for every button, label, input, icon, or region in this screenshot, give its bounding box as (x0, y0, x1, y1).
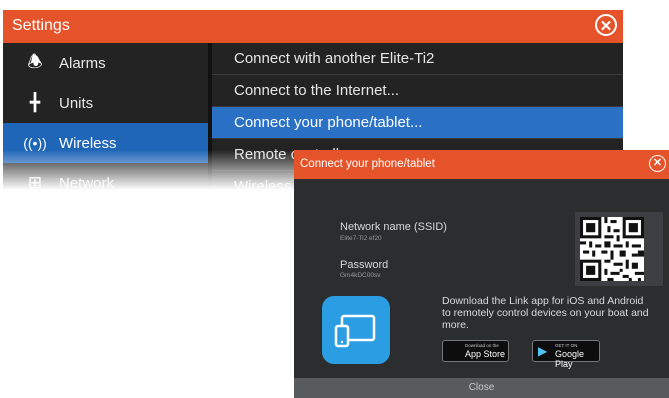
sidebar-item-label: Units (59, 94, 94, 112)
sidebar-item-label: Alarms (59, 54, 106, 72)
menu-item-connect-elite[interactable]: Connect with another Elite-Ti2 (212, 43, 623, 75)
sidebar-item-alarms[interactable]: 🕭 Alarms (3, 43, 208, 83)
sidebar-item-units[interactable]: ╋ Units (3, 83, 208, 123)
network-name-label: Network name (SSID) (340, 221, 447, 233)
menu-item-connect-phone[interactable]: Connect your phone/tablet... (212, 107, 623, 139)
app-store-small-text: Download on the (465, 343, 499, 348)
wireless-icon: ((•)) (23, 135, 47, 151)
dialog-close-icon[interactable]: ✕ (649, 155, 666, 172)
sidebar-item-wireless[interactable]: ((•)) Wireless (3, 123, 208, 163)
menu-item-connect-internet[interactable]: Connect to the Internet... (212, 75, 623, 107)
google-play-small-text: GET IT ON (555, 343, 578, 348)
qr-code-icon (580, 217, 644, 281)
dialog-title: Connect your phone/tablet (300, 158, 435, 170)
settings-titlebar: Settings ✕ (3, 10, 623, 43)
link-app-icon (322, 296, 390, 364)
dialog-close-button[interactable]: Close (294, 378, 669, 398)
network-icon: ⊞ (27, 173, 43, 190)
sidebar-item-label: Wireless (59, 134, 117, 152)
password-label: Password (340, 259, 389, 271)
qr-code-panel (575, 212, 663, 286)
settings-title: Settings (12, 17, 70, 34)
password-value: Gm4kDC00sv (340, 272, 381, 279)
network-name-value: Elite7-Ti2 ef20 (340, 235, 382, 242)
download-description: Download the Link app for iOS and Androi… (442, 295, 649, 331)
sidebar-item-network[interactable]: ⊞ Network (3, 163, 208, 190)
google-play-button[interactable]: ▶ GET IT ON Google Play (532, 340, 600, 369)
alarm-bell-icon: 🕭 (27, 51, 43, 71)
app-store-label: App Store (465, 349, 506, 359)
dialog-titlebar: Connect your phone/tablet ✕ (294, 150, 669, 179)
settings-sidebar: 🕭 Alarms ╋ Units ((•)) Wireless ⊞ Networ… (3, 43, 208, 190)
google-play-icon: ▶ (538, 344, 548, 358)
connect-phone-dialog: Connect your phone/tablet ✕ Network name… (294, 150, 669, 398)
settings-close-icon[interactable]: ✕ (595, 14, 617, 36)
app-store-button[interactable]: Download on the App Store (442, 340, 509, 362)
units-icon: ╋ (29, 93, 41, 112)
sidebar-item-label: Network (59, 174, 115, 191)
google-play-label: Google Play (555, 349, 585, 369)
